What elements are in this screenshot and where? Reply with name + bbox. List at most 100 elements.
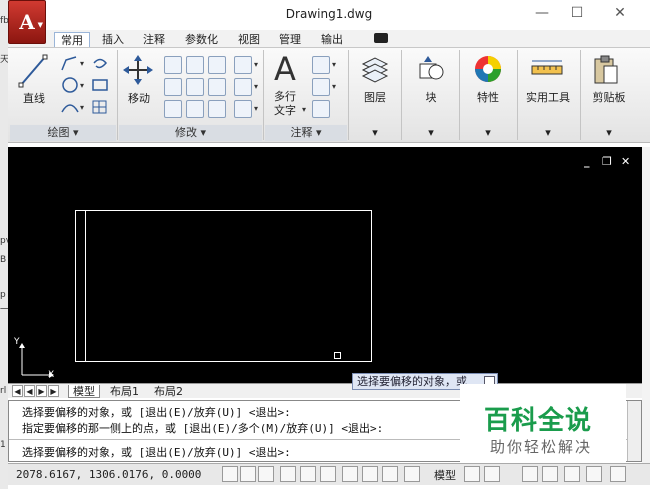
fillet-icon[interactable]	[164, 78, 182, 96]
polar-tracking-icon[interactable]	[280, 466, 296, 482]
line-button[interactable]: 直线	[14, 90, 54, 106]
layers-button[interactable]: 图层	[354, 89, 396, 105]
polyline-icon[interactable]	[60, 54, 80, 72]
erase-icon[interactable]	[234, 56, 252, 74]
grip-point[interactable]	[334, 352, 341, 359]
next-layout-button[interactable]: ▶	[36, 385, 47, 397]
tab-output[interactable]: 输出	[315, 32, 349, 47]
dynamic-ucs-icon[interactable]	[362, 466, 378, 482]
clipboard-icon[interactable]	[592, 54, 620, 86]
properties-button[interactable]: 特性	[464, 89, 512, 105]
drawing-canvas[interactable]: _ ❐ ✕ Y X	[8, 147, 642, 383]
tab-layout1[interactable]: 布局1	[106, 385, 143, 398]
pan-icon[interactable]	[522, 466, 538, 482]
table-icon[interactable]	[312, 100, 330, 118]
chevron-down-icon[interactable]: ▾	[332, 82, 336, 91]
block-expand-arrow[interactable]: ▾	[408, 126, 454, 139]
snap-mode-icon[interactable]	[222, 466, 238, 482]
chevron-down-icon[interactable]: ▾	[302, 105, 306, 114]
3d-object-snap-icon[interactable]	[320, 466, 336, 482]
quick-view-layouts-icon[interactable]	[464, 466, 480, 482]
application-menu-button[interactable]: A ▼	[8, 0, 46, 44]
zoom-icon[interactable]	[542, 466, 558, 482]
viewport-close-button[interactable]: ✕	[621, 155, 630, 168]
circle-icon[interactable]	[60, 76, 80, 94]
maximize-button[interactable]: ☐	[565, 5, 589, 21]
line-tool-icon[interactable]	[18, 54, 48, 88]
clipboard-expand-arrow[interactable]: ▾	[584, 126, 634, 139]
steering-wheel-icon[interactable]	[564, 466, 580, 482]
chevron-down-icon[interactable]: ▾	[254, 82, 258, 91]
first-layout-button[interactable]: ◀	[12, 385, 23, 397]
arc-icon[interactable]	[60, 98, 80, 116]
move-icon[interactable]	[122, 54, 154, 86]
stretch-icon[interactable]	[208, 78, 226, 96]
block-icon[interactable]	[416, 54, 446, 84]
utilities-button[interactable]: 实用工具	[520, 89, 576, 105]
command-scrollbar[interactable]	[627, 401, 641, 461]
close-button[interactable]: ✕	[608, 5, 632, 21]
multiline-text-icon[interactable]: A	[274, 50, 296, 88]
prev-layout-button[interactable]: ◀	[24, 385, 35, 397]
quick-properties-icon[interactable]	[404, 466, 420, 482]
rectangle-icon[interactable]	[90, 76, 110, 94]
model-space-label[interactable]: 模型	[434, 467, 456, 483]
chevron-down-icon[interactable]: ▾	[80, 59, 84, 68]
utilities-expand-arrow[interactable]: ▾	[520, 126, 576, 139]
object-snap-icon[interactable]	[300, 466, 316, 482]
measure-ruler-icon[interactable]	[530, 58, 564, 80]
last-layout-button[interactable]: ▶	[48, 385, 59, 397]
viewport-restore-button[interactable]: ❐	[602, 155, 612, 168]
array-icon[interactable]	[186, 100, 204, 118]
clipboard-button[interactable]: 剪贴板	[584, 89, 634, 105]
hatch-icon[interactable]	[90, 98, 110, 116]
scale-icon[interactable]	[164, 100, 182, 118]
chevron-down-icon[interactable]: ▾	[332, 60, 336, 69]
object-snap-tracking-icon[interactable]	[342, 466, 358, 482]
chevron-down-icon[interactable]: ▾	[80, 81, 84, 90]
properties-expand-arrow[interactable]: ▾	[464, 126, 512, 139]
tab-model[interactable]: 模型	[68, 385, 100, 398]
panel-modify-label[interactable]: 修改 ▾	[119, 125, 262, 141]
chevron-down-icon[interactable]: ▾	[254, 104, 258, 113]
chamfer-icon[interactable]	[234, 100, 252, 118]
rotate-icon[interactable]	[186, 56, 204, 74]
clean-screen-icon[interactable]	[610, 466, 626, 482]
tab-manage[interactable]: 管理	[273, 32, 307, 47]
drawn-rectangle[interactable]	[75, 210, 372, 362]
minimize-button[interactable]: —	[530, 5, 554, 21]
explode-icon[interactable]	[234, 78, 252, 96]
undo-arrow-icon[interactable]	[90, 54, 110, 72]
quick-view-drawings-icon[interactable]	[484, 466, 500, 482]
mirror-icon[interactable]	[186, 78, 204, 96]
color-wheel-icon[interactable]	[473, 54, 503, 84]
copy-icon[interactable]	[164, 56, 182, 74]
ribbon-minimize-icon[interactable]	[374, 33, 388, 43]
showmotion-icon[interactable]	[586, 466, 602, 482]
leader-icon[interactable]	[312, 78, 330, 96]
linear-dimension-icon[interactable]	[312, 56, 330, 74]
tab-insert[interactable]: 插入	[96, 32, 130, 47]
chevron-down-icon[interactable]: ▾	[254, 60, 258, 69]
offset-line[interactable]	[85, 210, 86, 362]
tab-home[interactable]: 常用	[54, 32, 90, 47]
tab-parametric[interactable]: 参数化	[179, 32, 224, 47]
tab-annotate[interactable]: 注释	[137, 32, 171, 47]
trim-icon[interactable]	[208, 56, 226, 74]
layers-icon[interactable]	[360, 54, 390, 84]
grid-display-icon[interactable]	[240, 466, 256, 482]
move-button[interactable]: 移动	[120, 90, 158, 106]
offset-icon[interactable]	[208, 100, 226, 118]
panel-annotate-label[interactable]: 注释 ▾	[265, 125, 347, 141]
layers-expand-arrow[interactable]: ▾	[354, 126, 396, 139]
block-button[interactable]: 块	[408, 89, 454, 105]
tab-view[interactable]: 视图	[232, 32, 266, 47]
multiline-text-button-line2[interactable]: 文字	[270, 102, 300, 118]
chevron-down-icon[interactable]: ▾	[80, 103, 84, 112]
dynamic-input-icon[interactable]	[382, 466, 398, 482]
command-input-line[interactable]: 选择要偏移的对象，或 [退出(E)/放弃(U)] <退出>:	[22, 444, 291, 460]
panel-draw-label[interactable]: 绘图 ▾	[10, 125, 116, 141]
viewport-minimize-button[interactable]: _	[584, 155, 590, 168]
tab-layout2[interactable]: 布局2	[150, 385, 187, 398]
ortho-mode-icon[interactable]	[258, 466, 274, 482]
